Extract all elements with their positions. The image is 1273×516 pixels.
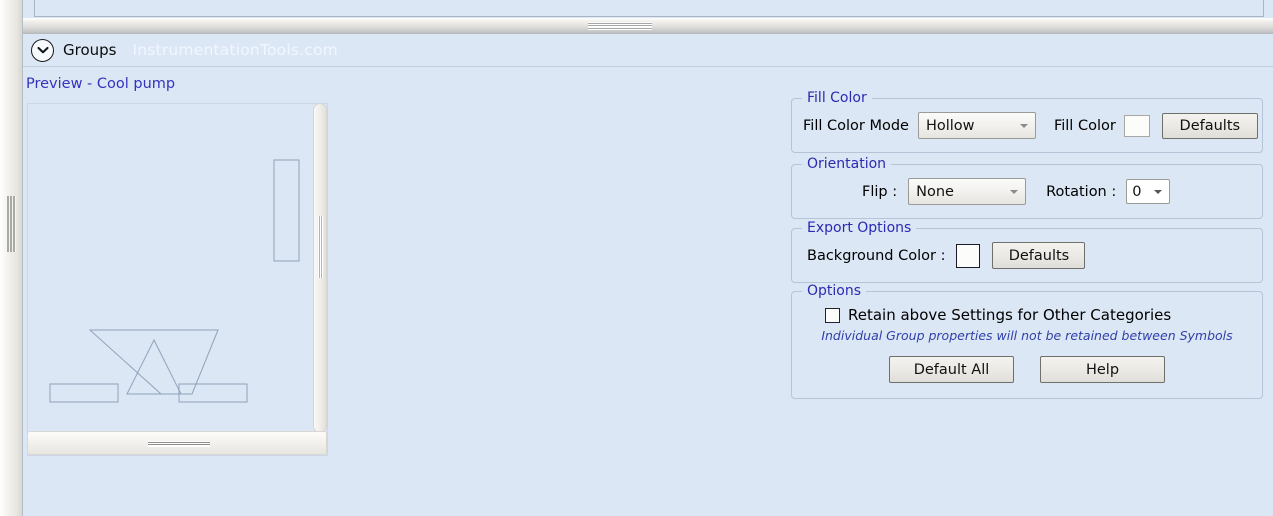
preview-canvas-area[interactable] — [27, 103, 328, 456]
help-label: Help — [1085, 361, 1120, 378]
options-legend: Options — [802, 283, 867, 299]
background-color-label: Background Color : — [807, 247, 946, 264]
preview-horizontal-scrollbar[interactable] — [27, 431, 327, 455]
flip-value: None — [916, 183, 954, 200]
preview-title: Preview - Cool pump — [26, 76, 176, 92]
rotation-value: 0 — [1132, 183, 1142, 200]
export-options-group: Export Options Background Color : Defaul… — [791, 220, 1263, 283]
chevron-down-icon — [1010, 189, 1019, 194]
export-defaults-label: Defaults — [1008, 247, 1070, 264]
rotation-select[interactable]: 0 — [1126, 179, 1171, 204]
left-vertical-splitter[interactable] — [0, 0, 23, 516]
horizontal-splitter[interactable] — [23, 18, 1273, 34]
upper-panel-border — [34, 0, 1264, 17]
splitter-grip-icon — [6, 196, 16, 252]
scrollbar-thumb-grip-icon — [148, 441, 210, 447]
fill-color-label: Fill Color — [1053, 117, 1116, 134]
cool-pump-symbol — [49, 159, 300, 403]
chevron-down-icon — [1154, 189, 1163, 194]
header-divider — [23, 66, 1273, 67]
orientation-group: Orientation Flip : None Rotation : 0 — [791, 156, 1263, 219]
site-watermark: InstrumentationTools.com — [132, 41, 338, 59]
fill-color-group: Fill Color Fill Color Mode Hollow Fill C… — [791, 90, 1263, 153]
flip-label: Flip : — [862, 183, 898, 200]
rotation-label: Rotation : — [1046, 183, 1117, 200]
fill-color-defaults-button[interactable]: Defaults — [1161, 112, 1258, 139]
groups-section-title: Groups — [63, 41, 117, 59]
default-all-label: Default All — [913, 361, 990, 378]
chevron-down-icon — [36, 46, 49, 54]
panel-left-border — [22, 0, 23, 516]
chevron-down-icon — [1019, 123, 1028, 128]
fill-color-mode-select[interactable]: Hollow — [917, 112, 1036, 139]
fill-color-defaults-label: Defaults — [1179, 117, 1241, 134]
fill-color-mode-value: Hollow — [925, 117, 975, 134]
options-group: Options Retain above Settings for Other … — [791, 283, 1263, 399]
fill-color-legend: Fill Color — [802, 90, 872, 106]
flip-select[interactable]: None — [908, 178, 1027, 205]
background-color-swatch[interactable] — [956, 243, 981, 268]
fill-color-mode-label: Fill Color Mode — [803, 117, 909, 134]
retain-settings-label: Retain above Settings for Other Categori… — [848, 306, 1172, 324]
preview-vertical-scrollbar[interactable] — [313, 103, 327, 433]
splitter-grip-icon — [588, 22, 652, 30]
help-button[interactable]: Help — [1040, 356, 1165, 383]
groups-header-bar: Groups InstrumentationTools.com — [23, 34, 1273, 66]
retain-settings-checkbox[interactable] — [825, 307, 840, 323]
upper-panel-remnant — [23, 0, 1273, 18]
fill-color-swatch[interactable] — [1123, 114, 1150, 137]
orientation-legend: Orientation — [802, 156, 892, 172]
groups-collapse-toggle[interactable] — [31, 38, 54, 62]
options-note: Individual Group properties will not be … — [821, 328, 1233, 343]
export-options-legend: Export Options — [802, 220, 917, 236]
export-defaults-button[interactable]: Defaults — [992, 242, 1086, 269]
scrollbar-thumb-grip-icon — [318, 216, 323, 278]
default-all-button[interactable]: Default All — [889, 356, 1014, 383]
